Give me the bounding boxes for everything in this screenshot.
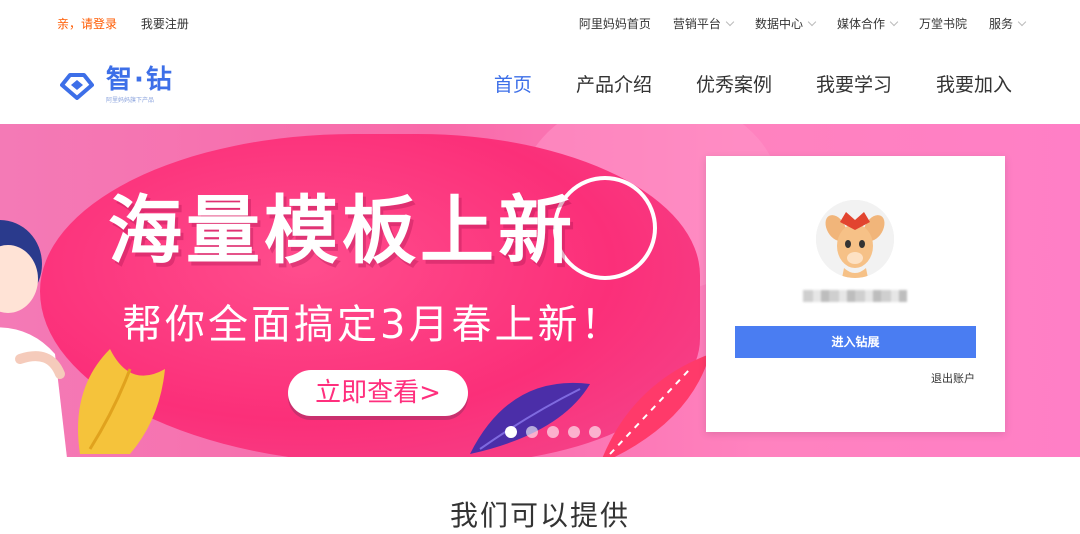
register-link[interactable]: 我要注册 xyxy=(141,17,189,31)
link-wantang-academy[interactable]: 万堂书院 xyxy=(919,15,967,32)
login-link[interactable]: 亲，请登录 xyxy=(57,17,117,31)
nav-product-intro[interactable]: 产品介绍 xyxy=(576,70,652,97)
purple-leaf-decoration xyxy=(470,382,590,454)
nav-cases[interactable]: 优秀案例 xyxy=(696,70,772,97)
link-label: 媒体合作 xyxy=(836,17,885,31)
view-now-button[interactable]: 立即查看> xyxy=(288,370,468,416)
diamond-logo-icon xyxy=(60,73,94,100)
chevron-down-icon xyxy=(1017,17,1027,26)
menu-media-cooperation[interactable]: 媒体合作 xyxy=(836,15,899,32)
logo-subtitle: 阿里妈妈旗下产品 xyxy=(106,97,155,104)
site-links: 阿里妈妈首页 营销平台 数据中心 媒体合作 万堂书院 服务 xyxy=(557,15,1027,32)
menu-data-center[interactable]: 数据中心 xyxy=(754,15,817,32)
top-utility-bar: 亲，请登录 我要注册 阿里妈妈首页 营销平台 数据中心 媒体合作 万堂书院 服务 xyxy=(0,0,1080,44)
banner-subline: 帮你全面搞定3月春上新！ xyxy=(122,302,624,348)
banner-headline: 海量模板上新 xyxy=(108,188,576,274)
illustrated-woman-image xyxy=(0,220,67,457)
menu-marketing-platform[interactable]: 营销平台 xyxy=(672,15,735,32)
menu-services[interactable]: 服务 xyxy=(988,15,1027,32)
carousel-dot[interactable] xyxy=(568,426,580,438)
logo-title: 智·钻 xyxy=(106,65,174,95)
link-label: 服务 xyxy=(988,17,1013,31)
enter-zuanzhan-button[interactable]: 进入钻展 xyxy=(735,326,976,358)
nav-join[interactable]: 我要加入 xyxy=(936,70,1012,97)
site-logo[interactable]: 智·钻 阿里妈妈旗下产品 xyxy=(60,66,174,106)
section-title: 我们可以提供 xyxy=(449,499,630,532)
nav-home[interactable]: 首页 xyxy=(494,70,532,97)
carousel-dot[interactable] xyxy=(505,426,517,438)
carousel-dots xyxy=(505,426,610,438)
logout-link[interactable]: 退出账户 xyxy=(931,370,975,386)
link-label: 营销平台 xyxy=(672,17,721,31)
carousel-dot[interactable] xyxy=(547,426,559,438)
main-navbar: 智·钻 阿里妈妈旗下产品 首页 产品介绍 优秀案例 我要学习 我要加入 xyxy=(0,44,1080,124)
primary-nav: 首页 产品介绍 优秀案例 我要学习 我要加入 xyxy=(450,70,1012,97)
nav-learn[interactable]: 我要学习 xyxy=(816,70,892,97)
account-links: 亲，请登录 我要注册 xyxy=(57,15,209,32)
avatar xyxy=(816,200,894,278)
link-label: 数据中心 xyxy=(754,17,803,31)
link-alimama-home[interactable]: 阿里妈妈首页 xyxy=(579,15,651,32)
user-login-card: 进入钻展 退出账户 xyxy=(706,156,1005,432)
chevron-down-icon xyxy=(725,17,735,26)
hero-banner[interactable]: 海量模板上新 帮你全面搞定3月春上新！ 立即查看> 进入钻展 退出账户 xyxy=(0,124,1080,457)
carousel-dot[interactable] xyxy=(589,426,601,438)
link-label: 阿里妈妈首页 xyxy=(578,17,651,31)
deer-avatar-icon xyxy=(816,200,894,278)
carousel-dot[interactable] xyxy=(526,426,538,438)
chevron-down-icon xyxy=(807,17,817,26)
username-redacted xyxy=(803,290,907,302)
link-label: 万堂书院 xyxy=(918,17,967,31)
chevron-down-icon xyxy=(889,17,899,26)
red-leaf-decoration xyxy=(602,354,710,457)
